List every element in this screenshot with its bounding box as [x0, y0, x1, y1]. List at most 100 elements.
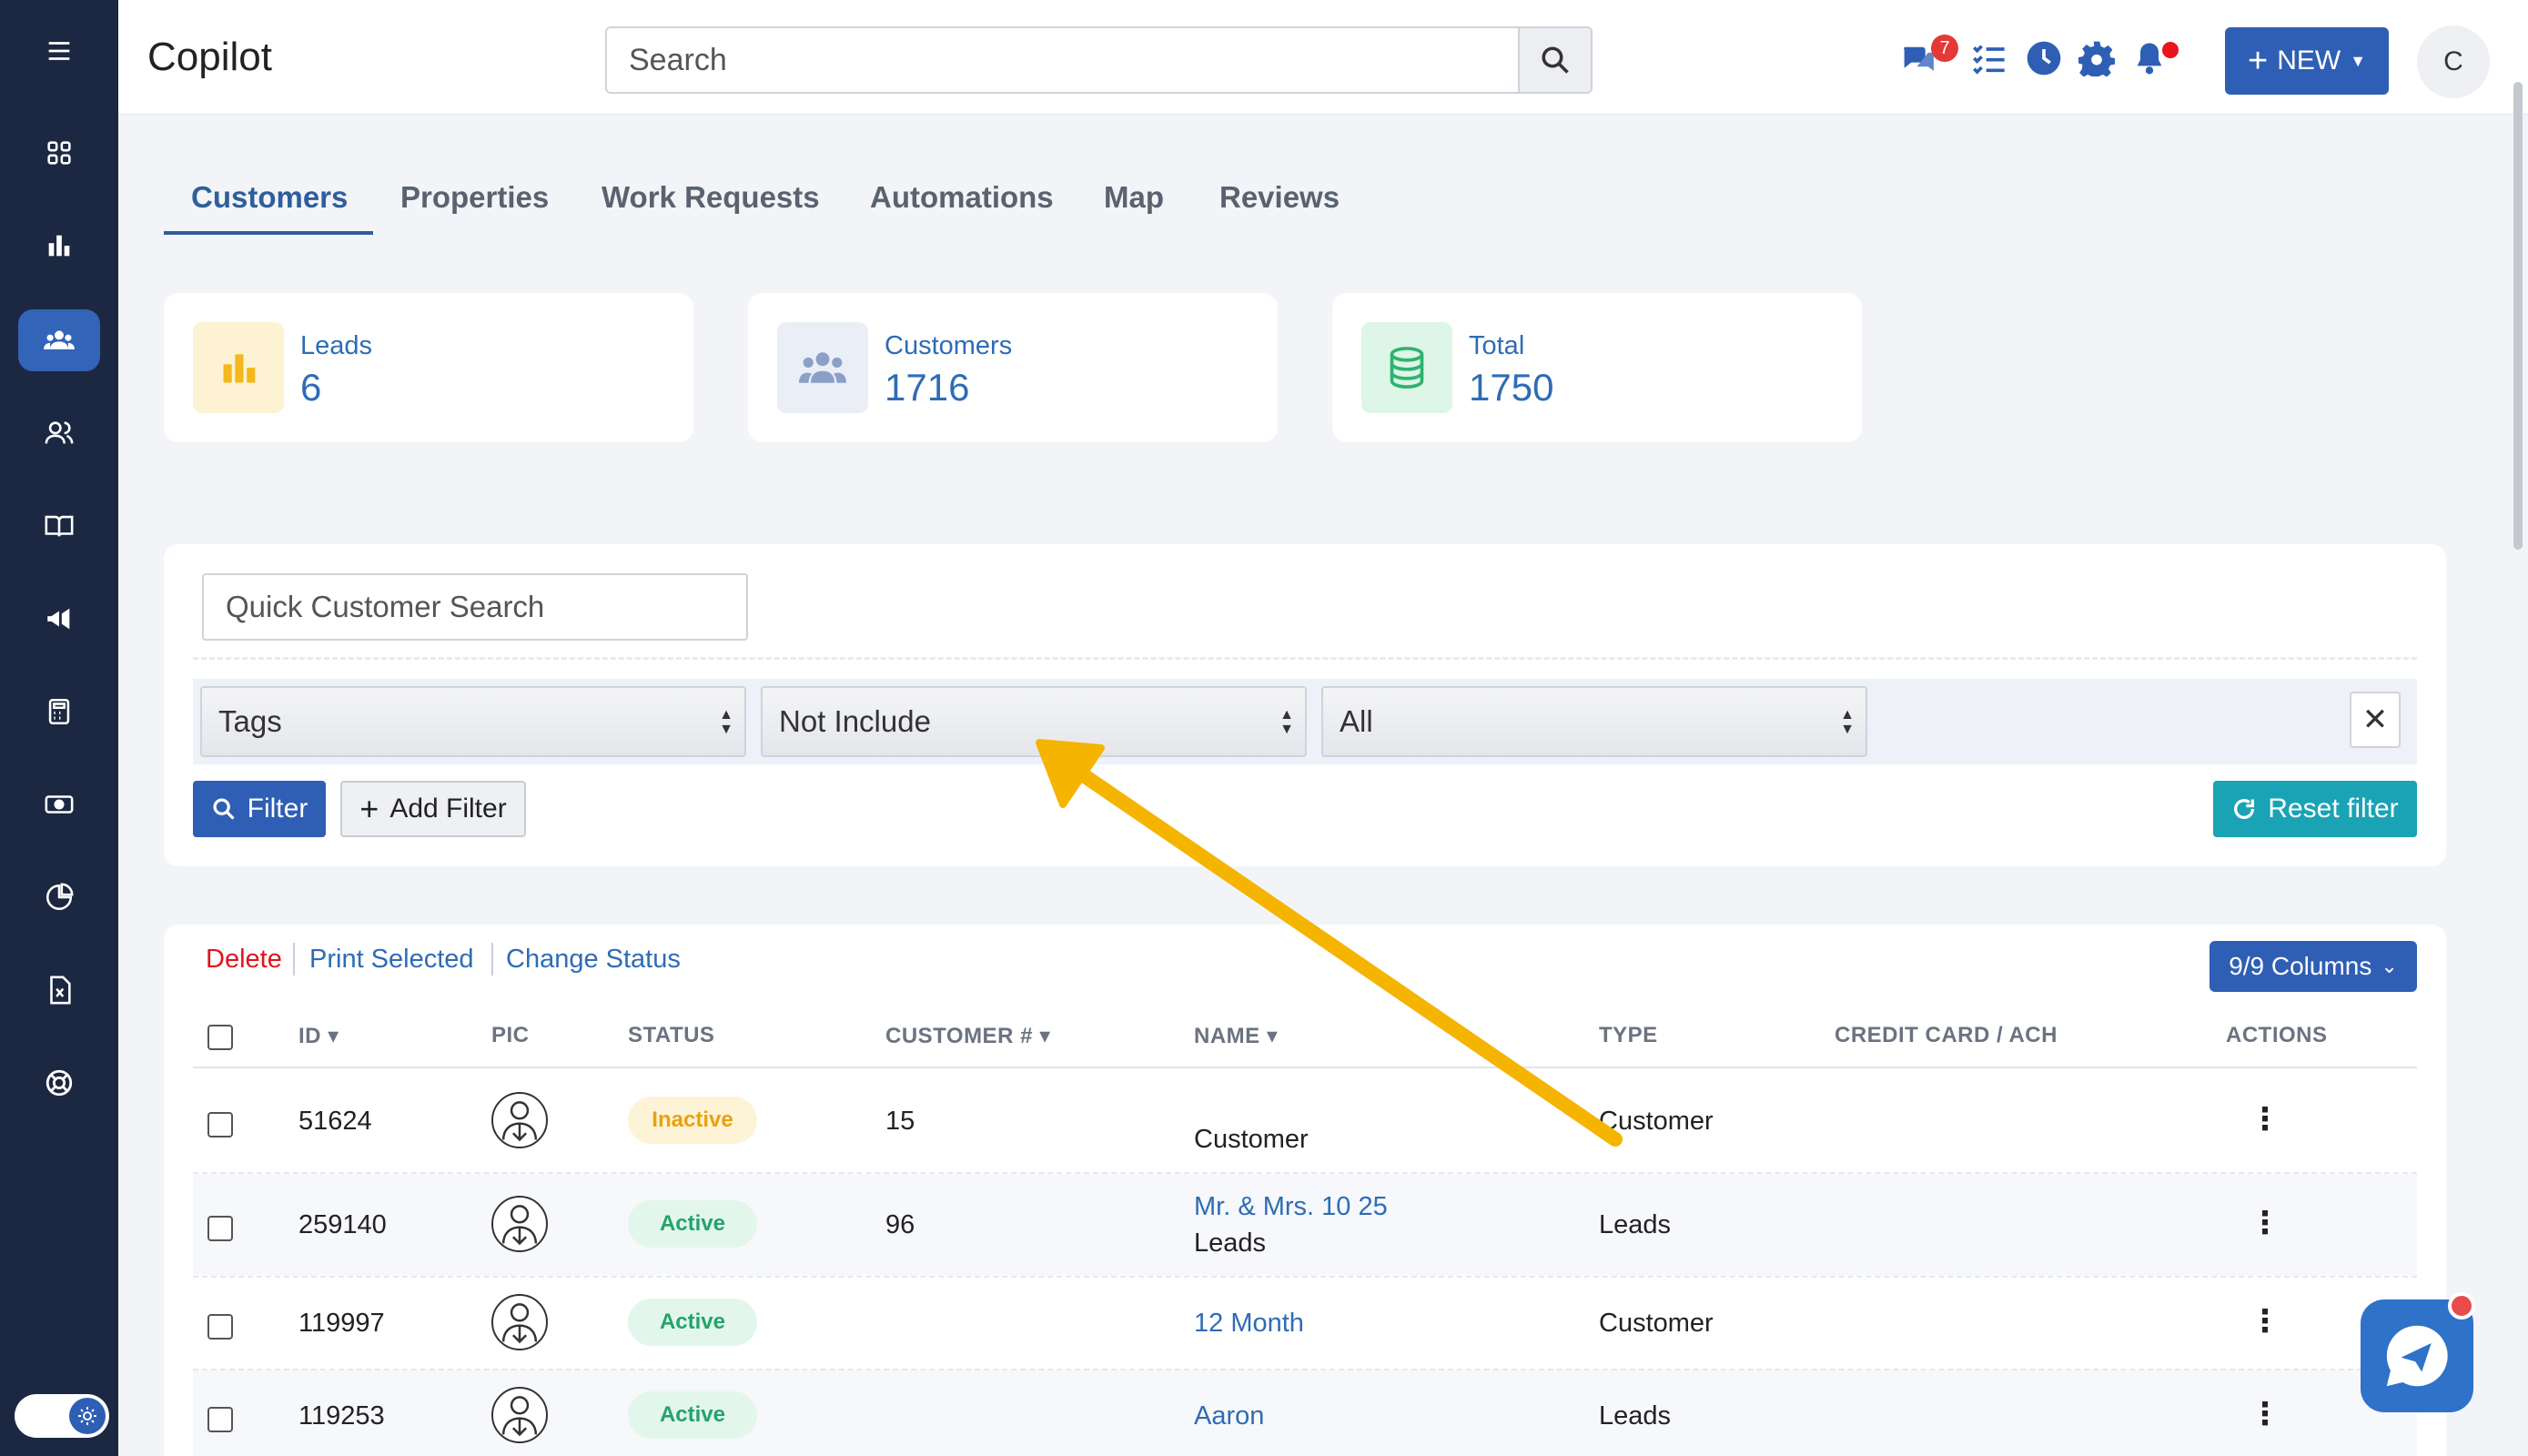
marketing-icon[interactable] — [18, 588, 100, 650]
row-actions-menu-icon[interactable]: ⋮ — [2250, 1303, 2280, 1340]
filter-button[interactable]: Filter — [193, 781, 326, 837]
status-badge: Active — [628, 1200, 757, 1248]
cell-name-type: Leads — [1194, 1228, 1267, 1258]
chat-notification-dot — [2448, 1292, 2475, 1320]
support-icon[interactable] — [18, 1052, 100, 1114]
column-header-pic: PIC — [491, 1023, 530, 1047]
search-icon — [213, 798, 235, 820]
new-button[interactable]: + NEW ▼ — [2225, 27, 2389, 95]
customer-name-link[interactable]: Mr. & Mrs. 10 25 — [1194, 1192, 1388, 1222]
cell-customer-number: 15 — [885, 1107, 915, 1136]
team-icon[interactable] — [18, 402, 100, 464]
theme-toggle[interactable] — [15, 1394, 109, 1438]
filter-button-label: Filter — [247, 794, 308, 824]
status-badge: Active — [628, 1391, 757, 1439]
reports-icon[interactable] — [18, 215, 100, 277]
columns-button[interactable]: 9/9 Columns ⌄ — [2209, 941, 2417, 992]
customer-name-link[interactable]: 12 Month — [1194, 1309, 1304, 1339]
global-search — [605, 26, 1593, 94]
column-header-name[interactable]: NAME ▾ — [1194, 1023, 1278, 1049]
search-input[interactable] — [607, 28, 1517, 92]
avatar — [491, 1196, 548, 1252]
filter-field-select[interactable]: Tags ▲ ▼ — [200, 686, 746, 757]
remove-filter-button[interactable]: ✕ — [2350, 692, 2401, 748]
filter-operator-select[interactable]: Not Include ▲ ▼ — [761, 686, 1307, 757]
tab-properties[interactable]: Properties — [400, 180, 549, 215]
avatar — [491, 1387, 548, 1443]
row-checkbox[interactable] — [207, 1407, 233, 1432]
row-checkbox[interactable] — [207, 1216, 233, 1241]
cell-customer-number: 96 — [885, 1210, 915, 1239]
calculator-icon[interactable] — [18, 681, 100, 743]
new-button-label: NEW — [2277, 46, 2341, 76]
stat-card-customers: Customers 1716 — [748, 293, 1278, 442]
dashboard-icon[interactable] — [18, 122, 100, 184]
customers-icon[interactable] — [18, 309, 100, 371]
select-arrows-icon: ▲ ▼ — [1279, 707, 1294, 737]
settings-gear-icon[interactable] — [2078, 40, 2115, 76]
divider — [193, 657, 2417, 660]
reset-filter-button[interactable]: Reset filter — [2213, 781, 2417, 837]
search-button[interactable] — [1518, 28, 1591, 92]
filter-value-select[interactable]: All ▲ ▼ — [1321, 686, 1867, 757]
stat-label: Total — [1469, 331, 1525, 360]
refresh-icon — [2234, 799, 2255, 820]
quick-customer-search-input[interactable] — [202, 573, 748, 641]
payments-icon[interactable] — [18, 774, 100, 835]
book-icon[interactable] — [18, 495, 100, 557]
stat-value: 1716 — [885, 366, 970, 409]
customer-name-link[interactable]: Aaron — [1194, 1401, 1264, 1431]
filter-value-value: All — [1340, 704, 1373, 738]
sun-icon — [69, 1398, 106, 1434]
cell-name-type: Customer — [1194, 1125, 1309, 1154]
row-checkbox[interactable] — [207, 1314, 233, 1340]
status-badge: Active — [628, 1299, 757, 1346]
excel-icon[interactable] — [18, 959, 100, 1021]
page-scrollbar[interactable] — [2513, 82, 2523, 550]
cell-id: 259140 — [298, 1210, 387, 1239]
stat-label: Leads — [300, 331, 373, 360]
close-icon: ✕ — [2361, 703, 2389, 737]
add-filter-button[interactable]: + Add Filter — [340, 781, 526, 837]
separator — [491, 943, 493, 976]
print-selected-link[interactable]: Print Selected — [309, 945, 474, 975]
checklist-icon[interactable] — [1971, 40, 2007, 76]
clock-icon[interactable] — [2026, 40, 2062, 76]
column-header-actions: ACTIONS — [2226, 1023, 2328, 1047]
cell-type: Customer — [1599, 1309, 1714, 1338]
row-actions-menu-icon[interactable]: ⋮ — [2250, 1396, 2280, 1432]
delete-link[interactable]: Delete — [206, 945, 282, 975]
notification-dot — [2162, 42, 2179, 58]
stat-card-leads: Leads 6 — [164, 293, 693, 442]
tab-automations[interactable]: Automations — [870, 180, 1054, 215]
row-actions-menu-icon[interactable]: ⋮ — [2250, 1101, 2280, 1138]
plus-icon: + — [359, 790, 379, 827]
avatar — [491, 1092, 548, 1148]
change-status-link[interactable]: Change Status — [506, 945, 681, 975]
stat-value: 6 — [300, 366, 322, 409]
column-header-id[interactable]: ID ▾ — [298, 1023, 339, 1049]
user-avatar[interactable]: C — [2417, 25, 2490, 98]
columns-button-label: 9/9 Columns — [2229, 952, 2372, 980]
add-filter-label: Add Filter — [389, 794, 507, 824]
sidebar — [0, 0, 118, 1456]
column-header-customer-number[interactable]: CUSTOMER # ▾ — [885, 1023, 1051, 1049]
select-arrows-icon: ▲ ▼ — [719, 707, 733, 737]
menu-icon[interactable] — [18, 20, 100, 82]
tab-work-requests[interactable]: Work Requests — [602, 180, 820, 215]
cell-id: 119253 — [298, 1401, 385, 1431]
filter-panel: Tags ▲▼ Not Include ▲▼ All ▲▼ ✕ Filter +… — [164, 544, 2446, 866]
chat-badge: 7 — [1931, 35, 1958, 62]
row-actions-menu-icon[interactable]: ⋮ — [2250, 1205, 2280, 1241]
cell-type: Leads — [1599, 1401, 1672, 1431]
tab-customers[interactable]: Customers — [191, 180, 348, 215]
select-all-checkbox[interactable] — [207, 1025, 233, 1050]
tab-map[interactable]: Map — [1104, 180, 1164, 215]
tab-reviews[interactable]: Reviews — [1219, 180, 1340, 215]
stat-card-total: Total 1750 — [1332, 293, 1862, 442]
column-header-type: TYPE — [1599, 1023, 1658, 1047]
stat-label: Customers — [885, 331, 1013, 360]
analytics-icon[interactable] — [18, 866, 100, 928]
plus-icon: + — [2247, 42, 2269, 80]
row-checkbox[interactable] — [207, 1112, 233, 1138]
